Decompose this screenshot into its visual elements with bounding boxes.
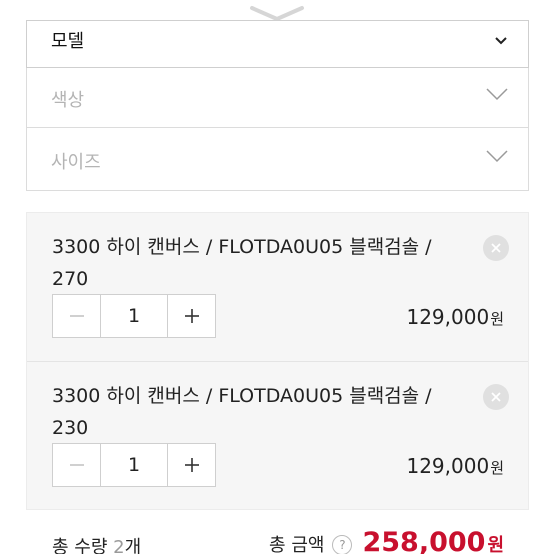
color-select[interactable]: 색상: [26, 68, 529, 128]
close-icon: [491, 392, 501, 402]
quantity-input[interactable]: 1: [100, 295, 168, 337]
item-name: 3300 하이 캔버스 / FLOTDA0U05 블랙검솔 / 270: [52, 236, 432, 290]
plus-icon: [184, 458, 199, 472]
option-select[interactable]: 모델: [26, 20, 529, 68]
quantity-input[interactable]: 1: [100, 444, 168, 486]
option-select-value: 모델: [51, 31, 85, 52]
help-icon[interactable]: ?: [332, 535, 353, 554]
item-price: 129,000원: [406, 305, 504, 329]
list-item: 3300 하이 캔버스 / FLOTDA0U05 블랙검솔 / 270 1 12…: [27, 213, 528, 361]
item-price-value: 129,000: [406, 305, 490, 329]
size-select[interactable]: 사이즈: [26, 128, 529, 191]
currency-unit: 원: [490, 310, 504, 328]
total-quantity-label: 총 수량: [52, 537, 114, 554]
minus-icon: [69, 464, 84, 466]
total-amount-unit: 원: [487, 535, 504, 554]
decrease-button[interactable]: [53, 444, 100, 486]
selected-items-list: 3300 하이 캔버스 / FLOTDA0U05 블랙검솔 / 270 1 12…: [26, 212, 529, 510]
total-quantity-value: 2: [113, 537, 125, 554]
close-icon: [491, 243, 501, 253]
item-name: 3300 하이 캔버스 / FLOTDA0U05 블랙검솔 / 230: [52, 385, 432, 439]
increase-button[interactable]: [168, 295, 215, 337]
remove-item-button[interactable]: [483, 384, 509, 410]
total-amount: 총 금액 ? 258,000 원: [269, 527, 504, 554]
quantity-stepper: 1: [52, 294, 216, 338]
total-amount-value: 258,000: [362, 527, 486, 554]
total-quantity: 총 수량 2개: [52, 533, 141, 554]
chevron-down-icon: [486, 148, 508, 167]
increase-button[interactable]: [168, 444, 215, 486]
decrease-button[interactable]: [53, 295, 100, 337]
item-price-value: 129,000: [406, 454, 490, 478]
total-quantity-unit: 개: [124, 537, 142, 554]
remove-item-button[interactable]: [483, 235, 509, 261]
minus-icon: [69, 315, 84, 317]
list-item: 3300 하이 캔버스 / FLOTDA0U05 블랙검솔 / 230 1 12…: [27, 361, 528, 509]
plus-icon: [184, 309, 199, 323]
chevron-down-icon: [494, 31, 508, 50]
size-select-placeholder: 사이즈: [51, 152, 101, 173]
quantity-stepper: 1: [52, 443, 216, 487]
chevron-down-icon: [486, 86, 508, 105]
item-price: 129,000원: [406, 454, 504, 478]
color-select-placeholder: 색상: [51, 90, 85, 111]
currency-unit: 원: [490, 459, 504, 477]
total-amount-label: 총 금액: [269, 535, 325, 554]
